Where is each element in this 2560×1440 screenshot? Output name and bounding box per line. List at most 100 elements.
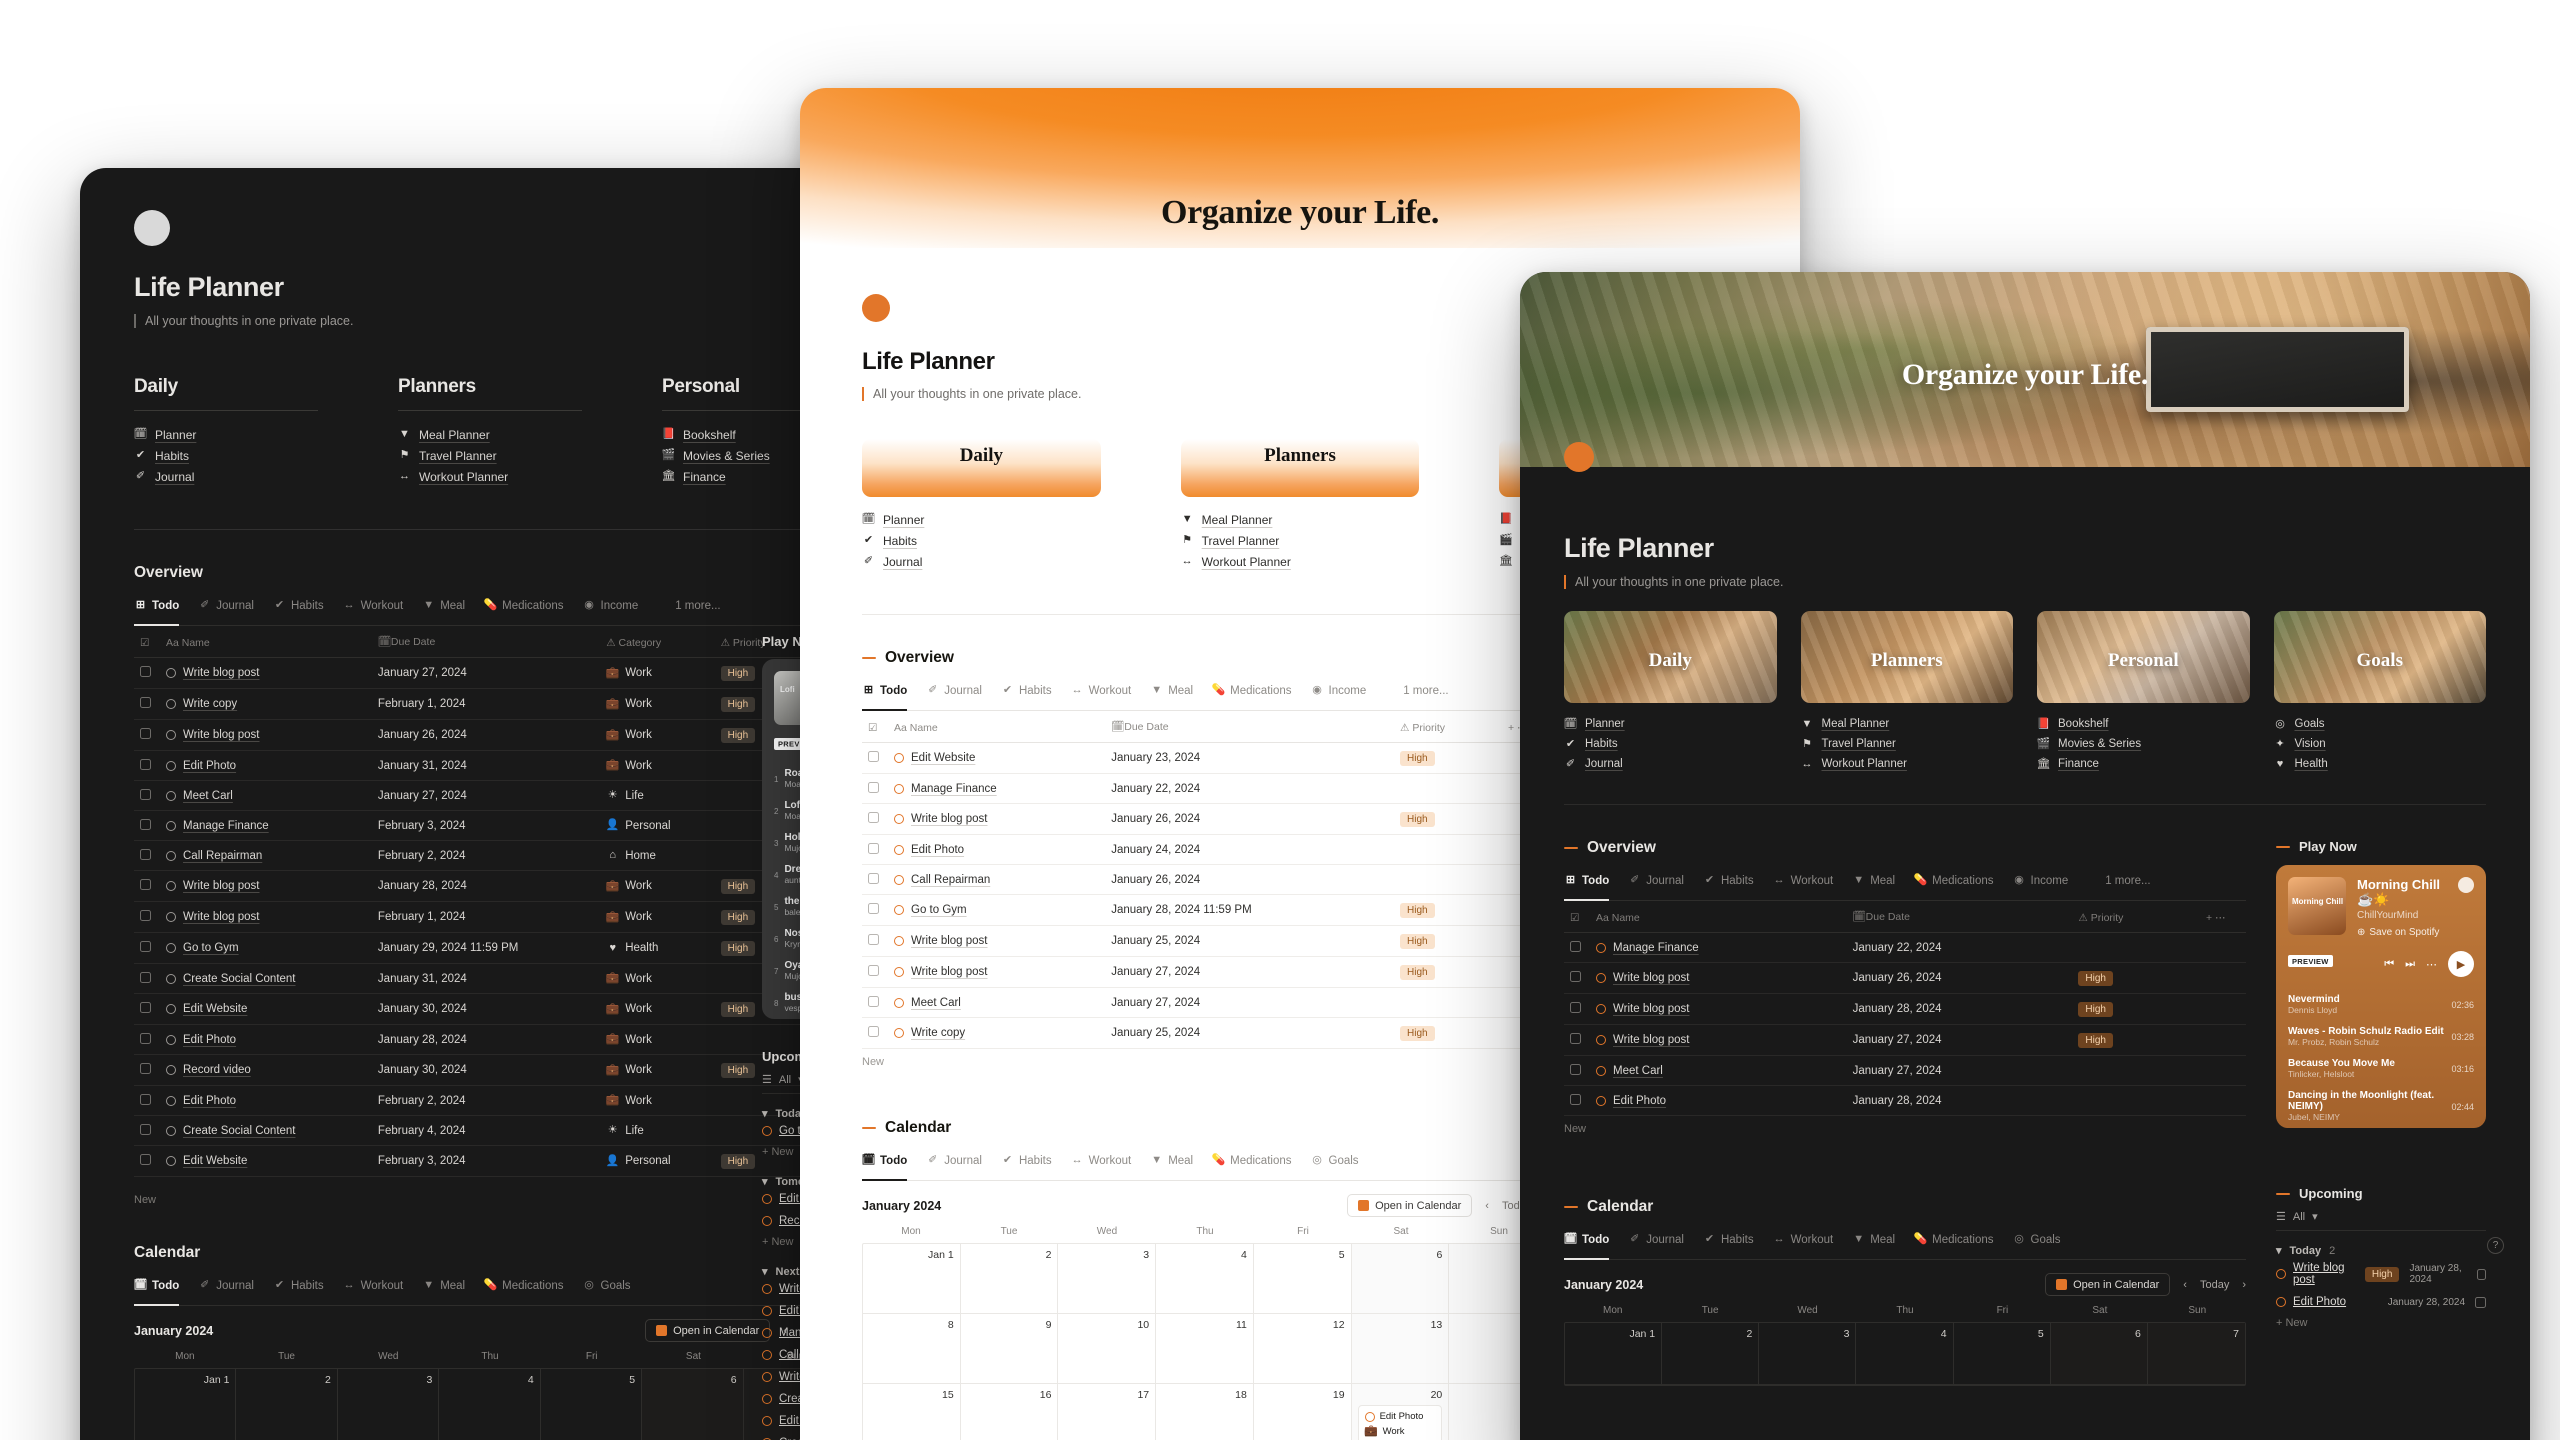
row-checkbox[interactable] [862,987,888,1018]
next-month-icon[interactable]: › [2242,1279,2246,1291]
row-checkbox[interactable] [134,688,160,720]
table-row[interactable]: Edit Photo January 28, 2024 💼 Work [134,1024,846,1055]
row-checkbox[interactable] [134,719,160,751]
row-checkbox[interactable] [134,1145,160,1177]
link-habits[interactable]: ✔ Habits [862,530,1101,551]
table-row[interactable]: Meet Carl January 27, 2024 [862,987,1548,1018]
table-row[interactable]: Write blog post January 27, 2024 💼 Work High [134,657,846,689]
upcoming-item[interactable]: Edit Photo January 28, 2024 [2276,1291,2486,1313]
table-row[interactable]: Manage Finance January 22, 2024 [1564,932,2246,963]
calendar-day-cell[interactable]: 19 [1254,1384,1352,1440]
row-checkbox[interactable] [134,932,160,964]
tab-habits[interactable]: ✔ Habits [1703,874,1754,893]
link-travel-planner[interactable]: ⚑ Travel Planner [1801,734,2014,754]
tab-goals[interactable]: ◎ Goals [583,1279,630,1298]
table-row[interactable]: Write blog post January 27, 2024 High [862,956,1548,988]
table-row[interactable]: Meet Carl January 27, 2024 ☀ Life [134,780,846,811]
row-checkbox[interactable] [134,657,160,689]
column-header[interactable]: ⚠ Priority [1394,713,1502,743]
cell-name[interactable]: Edit Photo [1590,1085,1847,1116]
add-column-button[interactable]: + ⋯ [2200,903,2246,933]
row-checkbox[interactable] [1564,1055,1590,1086]
cell-name[interactable]: Write blog post [160,719,372,751]
tab-meal[interactable]: ▼ Meal [422,599,465,618]
calendar-day-cell[interactable]: 6 [642,1369,744,1440]
open-in-calendar-button[interactable]: Open in Calendar [1347,1194,1473,1217]
cell-name[interactable]: Meet Carl [888,987,1106,1018]
open-in-calendar-button[interactable]: Open in Calendar [645,1319,771,1342]
link-workout-planner[interactable]: ↔ Workout Planner [398,466,582,487]
table-row[interactable]: Edit Website January 30, 2024 💼 Work High [134,993,846,1025]
cell-name[interactable]: Record video [160,1054,372,1086]
row-checkbox[interactable] [134,750,160,781]
tab-todo[interactable]: 🗓 Todo [134,1279,180,1306]
calendar-day-cell[interactable]: 3 [1759,1323,1857,1385]
more-icon[interactable]: ⋯ [2426,958,2437,971]
table-row[interactable]: Edit Website February 3, 2024 👤 Personal Hig… [134,1145,846,1177]
tab-todo[interactable]: ⊞ Todo [1564,874,1610,901]
previous-track-icon[interactable]: ⏮ [2384,958,2394,971]
cell-name[interactable]: Create Social Content [160,963,372,994]
tab-todo[interactable]: ⊞ Todo [862,684,908,711]
cell-name[interactable]: Go to Gym [160,932,372,964]
cell-name[interactable]: Write blog post [1590,993,1847,1025]
item-checkbox[interactable] [2475,1296,2486,1308]
cell-name[interactable]: Meet Carl [1590,1055,1847,1086]
row-checkbox[interactable] [134,993,160,1025]
table-row[interactable]: Record video January 30, 2024 💼 Work High [134,1054,846,1086]
tab-medications[interactable]: 💊 Medications [1914,874,1994,893]
table-row[interactable]: Call Repairman January 26, 2024 [862,864,1548,895]
column-header[interactable]: 🗓Due Date [1846,903,2073,933]
tab-income[interactable]: ◉ Income [1311,684,1366,703]
calendar-day-cell[interactable]: Jan 1 [135,1369,237,1440]
link-bookshelf[interactable]: 📕 Bookshelf [2037,714,2250,734]
tab-income[interactable]: ◉ Income [583,599,638,618]
calendar-day-cell[interactable]: 4 [1856,1323,1954,1385]
tab-todo[interactable]: 🗓 Todo [862,1154,908,1181]
track-row[interactable]: Dancing in the Moonlight (feat. NEIMY)Ju… [2276,1085,2486,1128]
row-checkbox[interactable] [1564,1085,1590,1116]
upcoming-filter[interactable]: ☰ All ▾ [2276,1201,2486,1231]
calendar-day-cell[interactable]: 11 [1156,1314,1254,1384]
calendar-day-cell[interactable]: 20 Edit Photo 💼 Work [1351,1384,1450,1440]
calendar-day-cell[interactable]: 7 [2147,1323,2245,1385]
tab-habits[interactable]: ✔ Habits [1001,1154,1052,1173]
tab-goals[interactable]: ◎ Goals [1311,1154,1358,1173]
row-checkbox[interactable] [134,1054,160,1086]
group-header[interactable]: ▾ Today 2 [2276,1244,2486,1258]
tab-1-more-[interactable]: 1 more... [657,599,720,618]
table-row[interactable]: Write blog post January 28, 2024 High [1564,993,2246,1025]
overview-tabs[interactable]: ⊞ Todo ✐ Journal ✔ Habits ↔ Workout ▼ Meal 💊 Medica… [1564,874,2246,901]
cell-name[interactable]: Write blog post [160,870,372,902]
play-button[interactable]: ▶ [2448,951,2474,977]
table-row[interactable]: Edit Photo January 31, 2024 💼 Work [134,750,846,781]
cell-name[interactable]: Manage Finance [160,810,372,841]
tab-habits[interactable]: ✔ Habits [1001,684,1052,703]
row-checkbox[interactable] [1564,993,1590,1025]
calendar-tabs[interactable]: 🗓 Todo ✐ Journal ✔ Habits ↔ Workout ▼ Meal 💊 Medica… [1564,1233,2246,1260]
table-row[interactable]: Go to Gym January 28, 2024 11:59 PM High [862,894,1548,926]
select-all-checkbox[interactable]: ☑ [134,628,160,658]
track-row[interactable]: Because You Move MeTinlicker, Helsloot 03… [2276,1053,2486,1085]
cell-name[interactable]: Edit Photo [160,1085,372,1116]
cell-name[interactable]: Manage Finance [1590,932,1847,963]
upcoming-item[interactable]: Write blog post High January 28, 2024 [2276,1257,2486,1291]
cell-name[interactable]: Edit Photo [160,1024,372,1055]
tab-1-more-[interactable]: 1 more... [1385,684,1448,703]
select-all-checkbox[interactable]: ☑ [1564,903,1590,933]
row-checkbox[interactable] [862,742,888,774]
row-checkbox[interactable] [134,901,160,933]
tab-todo[interactable]: ⊞ Todo [134,599,180,626]
cell-name[interactable]: Write copy [160,688,372,720]
table-row[interactable]: Write blog post February 1, 2024 💼 Work High [134,901,846,933]
cell-name[interactable]: Write blog post [888,925,1106,957]
tab-medications[interactable]: 💊 Medications [1212,684,1292,703]
calendar-event[interactable]: Edit Photo 💼 Work [1357,1405,1443,1440]
tab-medications[interactable]: 💊 Medications [484,1279,564,1298]
row-checkbox[interactable] [134,810,160,841]
calendar-day-cell[interactable]: 15 [863,1384,961,1440]
open-in-calendar-button[interactable]: Open in Calendar [2045,1273,2171,1296]
link-journal[interactable]: ✐ Journal [862,551,1101,572]
overview-tabs[interactable]: ⊞ Todo ✐ Journal ✔ Habits ↔ Workout ▼ Meal 💊 Medica… [134,599,846,626]
tab-meal[interactable]: ▼ Meal [1150,684,1193,703]
